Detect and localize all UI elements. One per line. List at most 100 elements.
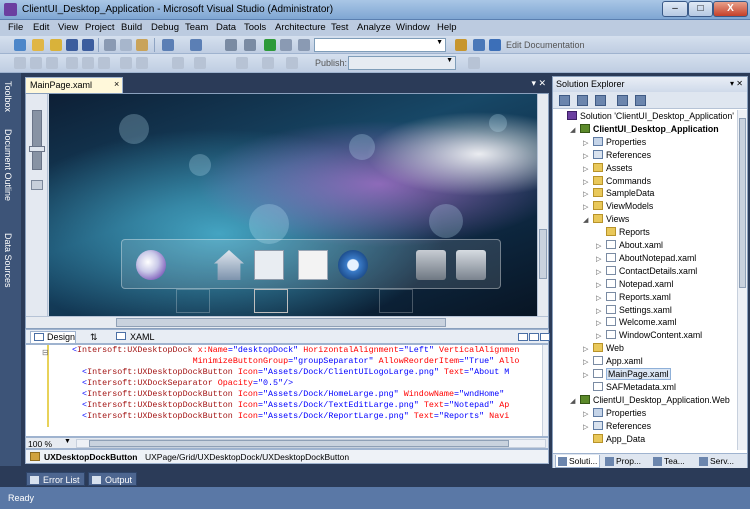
maximize-button[interactable]: □ xyxy=(688,1,713,17)
solution-configurations-icon[interactable] xyxy=(280,39,292,51)
tree-item[interactable]: Solution 'ClientUI_Desktop_Application' xyxy=(557,110,734,123)
code-line[interactable]: <Intersoft:UXDockSeparator Opacity="0.5"… xyxy=(72,378,542,389)
add-item-icon[interactable] xyxy=(32,39,44,51)
tab-properties[interactable]: Prop... xyxy=(603,455,643,468)
redo-icon[interactable] xyxy=(190,39,202,51)
tree-item[interactable]: ▷ Welcome.xaml xyxy=(596,316,677,329)
editor-vertical-scrollbar[interactable] xyxy=(542,345,548,436)
make-same-width-icon[interactable] xyxy=(120,57,132,69)
save-all-icon[interactable] xyxy=(82,39,94,51)
tree-item[interactable]: ▷ Commands xyxy=(583,175,651,188)
copy-icon[interactable] xyxy=(120,39,132,51)
find-icon[interactable] xyxy=(298,39,310,51)
open-folder-icon[interactable] xyxy=(50,39,62,51)
settings-icon[interactable] xyxy=(338,250,368,280)
menu-test[interactable]: Test xyxy=(331,22,348,33)
code-line[interactable]: <Intersoft:UXDesktopDockButton Icon="Ass… xyxy=(72,400,542,411)
view-code-icon[interactable] xyxy=(617,95,628,106)
publish-combo[interactable]: ▼ xyxy=(348,56,456,70)
tab-solution-explorer[interactable]: Soluti... xyxy=(555,455,601,468)
tree-item[interactable]: ▷ References xyxy=(583,149,651,162)
tree-item[interactable]: ◢ ClientUI_Desktop_Application.Web xyxy=(570,394,730,407)
menu-analyze[interactable]: Analyze xyxy=(357,22,391,33)
menu-help[interactable]: Help xyxy=(437,22,457,33)
pin-icon[interactable]: ▾ ✕ xyxy=(730,79,743,88)
close-button[interactable]: X xyxy=(713,1,748,17)
horizontal-spacing-icon[interactable] xyxy=(172,57,184,69)
swap-panes-button[interactable]: ⇅ xyxy=(90,332,98,343)
designer-vertical-scrollbar[interactable] xyxy=(537,94,548,316)
scroll-thumb[interactable] xyxy=(539,229,547,279)
collapse-arrow-icon[interactable]: ◢ xyxy=(583,214,593,227)
menu-architecture[interactable]: Architecture xyxy=(275,22,326,33)
code-line[interactable]: MinimizeButtonGroup="groupSeparator" All… xyxy=(72,356,542,367)
align-center-icon[interactable] xyxy=(30,57,42,69)
properties-icon[interactable] xyxy=(559,95,570,106)
tree-item[interactable]: SAFMetadata.xml xyxy=(583,381,676,394)
design-canvas[interactable] xyxy=(49,94,537,316)
tree-item[interactable]: ▷ ContactDetails.xaml xyxy=(596,265,697,278)
breadcrumb-current[interactable]: UXDesktopDockButton xyxy=(44,452,138,462)
tree-item[interactable]: ▷ App.xaml xyxy=(583,355,643,368)
show-all-files-icon[interactable] xyxy=(577,95,588,106)
vertical-spacing-icon[interactable] xyxy=(194,57,206,69)
tree-item[interactable]: ▷ References xyxy=(583,420,651,433)
scroll-thumb[interactable] xyxy=(739,118,746,288)
horizontal-split-icon[interactable] xyxy=(529,333,539,341)
tab-xaml[interactable]: XAML xyxy=(116,332,155,342)
menu-data[interactable]: Data xyxy=(216,22,236,33)
fit-to-window-button[interactable] xyxy=(31,180,43,190)
menu-project[interactable]: Project xyxy=(85,22,115,33)
make-same-height-icon[interactable] xyxy=(136,57,148,69)
designer-horizontal-scrollbar[interactable] xyxy=(26,316,548,328)
solution-tree[interactable]: Solution 'ClientUI_Desktop_Application' ◢… xyxy=(553,110,737,450)
text-edit-icon[interactable] xyxy=(254,250,284,280)
editor-horizontal-scrollbar[interactable] xyxy=(76,439,546,448)
tab-team-explorer[interactable]: Tea... xyxy=(651,455,687,468)
center-horizontally-icon[interactable] xyxy=(236,57,248,69)
align-left-icon[interactable] xyxy=(14,57,26,69)
publish-web-icon[interactable] xyxy=(468,57,480,69)
code-line[interactable]: <Intersoft:UXDesktopDockButton Icon="Ass… xyxy=(72,411,542,422)
tree-item[interactable]: ▷ Properties xyxy=(583,407,646,420)
zoom-slider-track[interactable] xyxy=(32,110,42,170)
zoom-slider-thumb[interactable] xyxy=(29,146,45,152)
report-icon[interactable] xyxy=(298,250,328,280)
tab-order-icon[interactable] xyxy=(286,57,298,69)
undo-icon[interactable] xyxy=(162,39,174,51)
menu-window[interactable]: Window xyxy=(396,22,430,33)
scroll-thumb[interactable] xyxy=(116,318,446,327)
code-area[interactable]: < Intersoft:UXDesktopDock x:Name="desktop… xyxy=(72,345,542,436)
code-line[interactable]: <Intersoft:UXDesktopDock x:Name="desktop… xyxy=(72,345,542,356)
tree-item[interactable]: ▷ Web xyxy=(583,342,624,355)
chevron-down-icon[interactable]: ▼ xyxy=(64,438,71,445)
tree-item[interactable]: App_Data xyxy=(583,433,645,446)
xaml-editor[interactable]: ⊟ < Intersoft:UXDesktopDock x:Name="deskt… xyxy=(25,344,549,437)
tree-item[interactable]: ◢ Views xyxy=(583,213,629,226)
tree-item[interactable]: ▷ WindowContent.xaml xyxy=(596,329,702,342)
tab-server-explorer[interactable]: Serv... xyxy=(697,455,736,468)
new-project-icon[interactable] xyxy=(14,39,26,51)
tree-item[interactable]: Reports xyxy=(596,226,650,239)
tree-item[interactable]: ◢ ClientUI_Desktop_Application xyxy=(570,123,719,136)
help-icon[interactable] xyxy=(489,39,501,51)
code-line[interactable]: <Intersoft:UXDesktopDockButton Icon="Ass… xyxy=(72,389,542,400)
tree-item[interactable]: ▷ Reports.xaml xyxy=(596,291,671,304)
tree-item[interactable]: ▷ SampleData xyxy=(583,187,654,200)
navigate-backward-icon[interactable] xyxy=(225,39,237,51)
tree-item[interactable]: ▷ MainPage.xaml xyxy=(583,368,671,381)
navigate-forward-icon[interactable] xyxy=(244,39,256,51)
document-window-controls[interactable]: ▾ ✕ xyxy=(531,78,546,89)
menu-view[interactable]: View xyxy=(58,22,78,33)
toolbox-tab[interactable]: Toolbox xyxy=(3,81,13,112)
menu-team[interactable]: Team xyxy=(185,22,208,33)
start-debugging-icon[interactable] xyxy=(264,39,276,51)
view-designer-icon[interactable] xyxy=(635,95,646,106)
tree-item[interactable]: ▷ Notepad.xaml xyxy=(596,278,673,291)
tree-vertical-scrollbar[interactable] xyxy=(737,110,747,450)
save-icon[interactable] xyxy=(66,39,78,51)
tree-item[interactable]: ▷ Settings.xaml xyxy=(596,304,672,317)
tab-output[interactable]: Output xyxy=(88,472,138,486)
group-window-icon[interactable] xyxy=(416,250,446,280)
align-middle-icon[interactable] xyxy=(82,57,94,69)
